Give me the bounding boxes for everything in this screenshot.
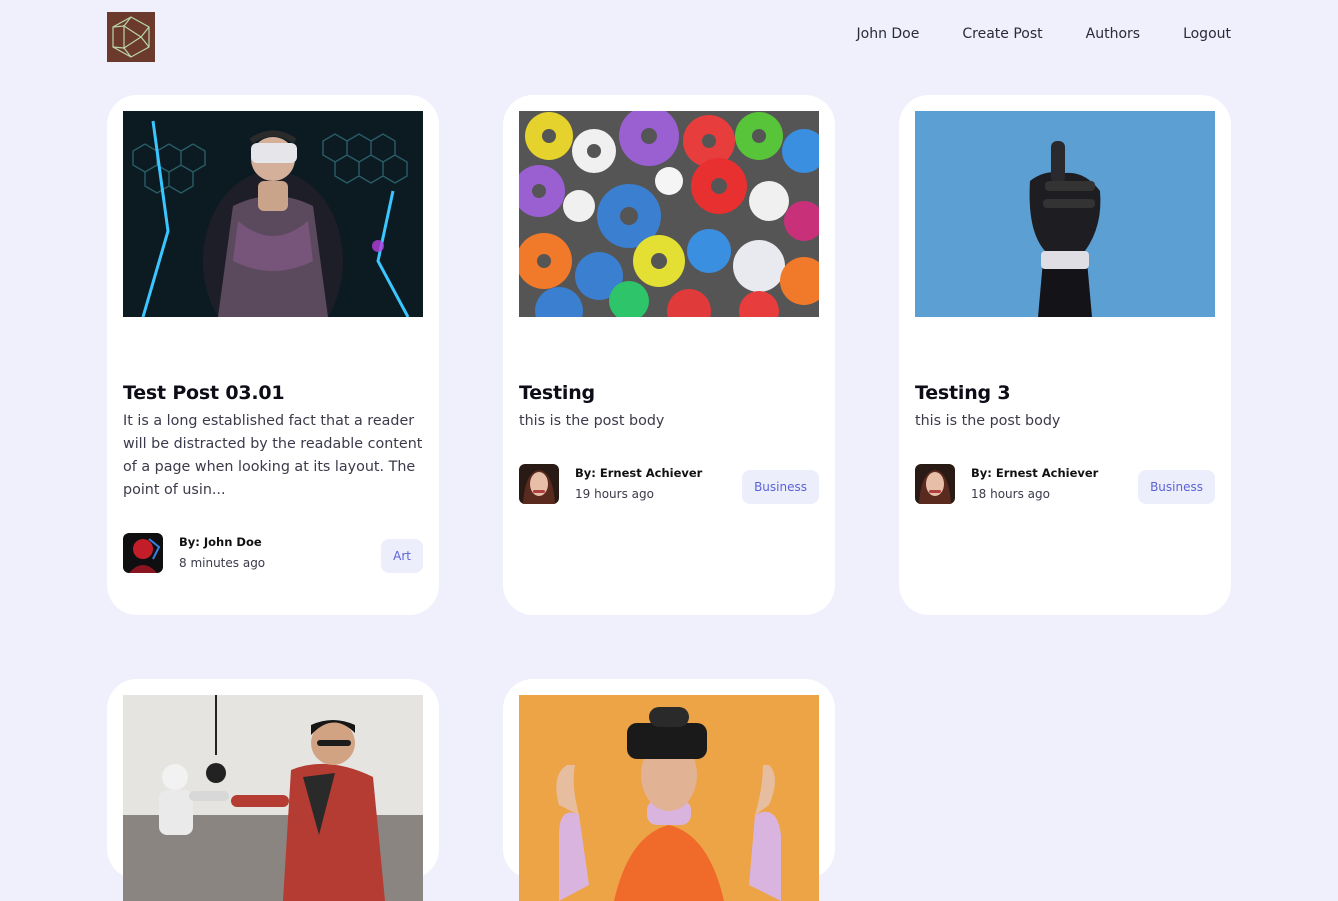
nav-logout-link[interactable]: Logout <box>1183 26 1231 42</box>
post-excerpt: this is the post body <box>915 413 1061 429</box>
post-card[interactable]: Test Post 03.01 It is a long established… <box>107 95 439 615</box>
post-card[interactable] <box>107 679 439 901</box>
post-image[interactable] <box>519 111 819 317</box>
post-card[interactable]: Testing 3 this is the post body By: Erne… <box>899 95 1231 615</box>
post-title[interactable]: Testing <box>519 382 819 404</box>
author-avatar <box>915 464 955 504</box>
category-badge[interactable]: Art <box>381 539 423 573</box>
post-image[interactable] <box>123 695 423 901</box>
post-card[interactable] <box>503 679 835 901</box>
post-title[interactable]: Test Post 03.01 <box>123 382 423 404</box>
post-time: 18 hours ago <box>971 487 1050 501</box>
post-meta: By: John Doe 8 minutes ago Art <box>123 533 423 573</box>
nav-create-post-link[interactable]: Create Post <box>962 26 1042 42</box>
post-image[interactable] <box>519 695 819 901</box>
post-excerpt: this is the post body <box>519 413 665 429</box>
post-excerpt: It is a long established fact that a rea… <box>123 413 423 498</box>
post-meta: By: Ernest Achiever 19 hours ago Busines… <box>519 464 819 504</box>
author-avatar <box>519 464 559 504</box>
polyhedron-logo-icon[interactable] <box>107 12 155 62</box>
post-author[interactable]: By: Ernest Achiever <box>575 466 702 480</box>
post-image[interactable] <box>123 111 423 317</box>
category-badge[interactable]: Business <box>742 470 819 504</box>
category-badge[interactable]: Business <box>1138 470 1215 504</box>
post-author[interactable]: By: Ernest Achiever <box>971 466 1098 480</box>
nav-links: John Doe Create Post Authors Logout <box>857 26 1232 42</box>
post-title[interactable]: Testing 3 <box>915 382 1215 404</box>
nav-user-link[interactable]: John Doe <box>857 26 920 42</box>
post-time: 19 hours ago <box>575 487 654 501</box>
post-meta: By: Ernest Achiever 18 hours ago Busines… <box>915 464 1215 504</box>
nav-authors-link[interactable]: Authors <box>1086 26 1140 42</box>
top-nav: John Doe Create Post Authors Logout <box>107 12 1231 62</box>
post-card[interactable]: Testing this is the post body By: Ernest… <box>503 95 835 615</box>
post-time: 8 minutes ago <box>179 556 266 570</box>
author-avatar <box>123 533 163 573</box>
post-image[interactable] <box>915 111 1215 317</box>
post-author[interactable]: By: John Doe <box>179 535 262 549</box>
